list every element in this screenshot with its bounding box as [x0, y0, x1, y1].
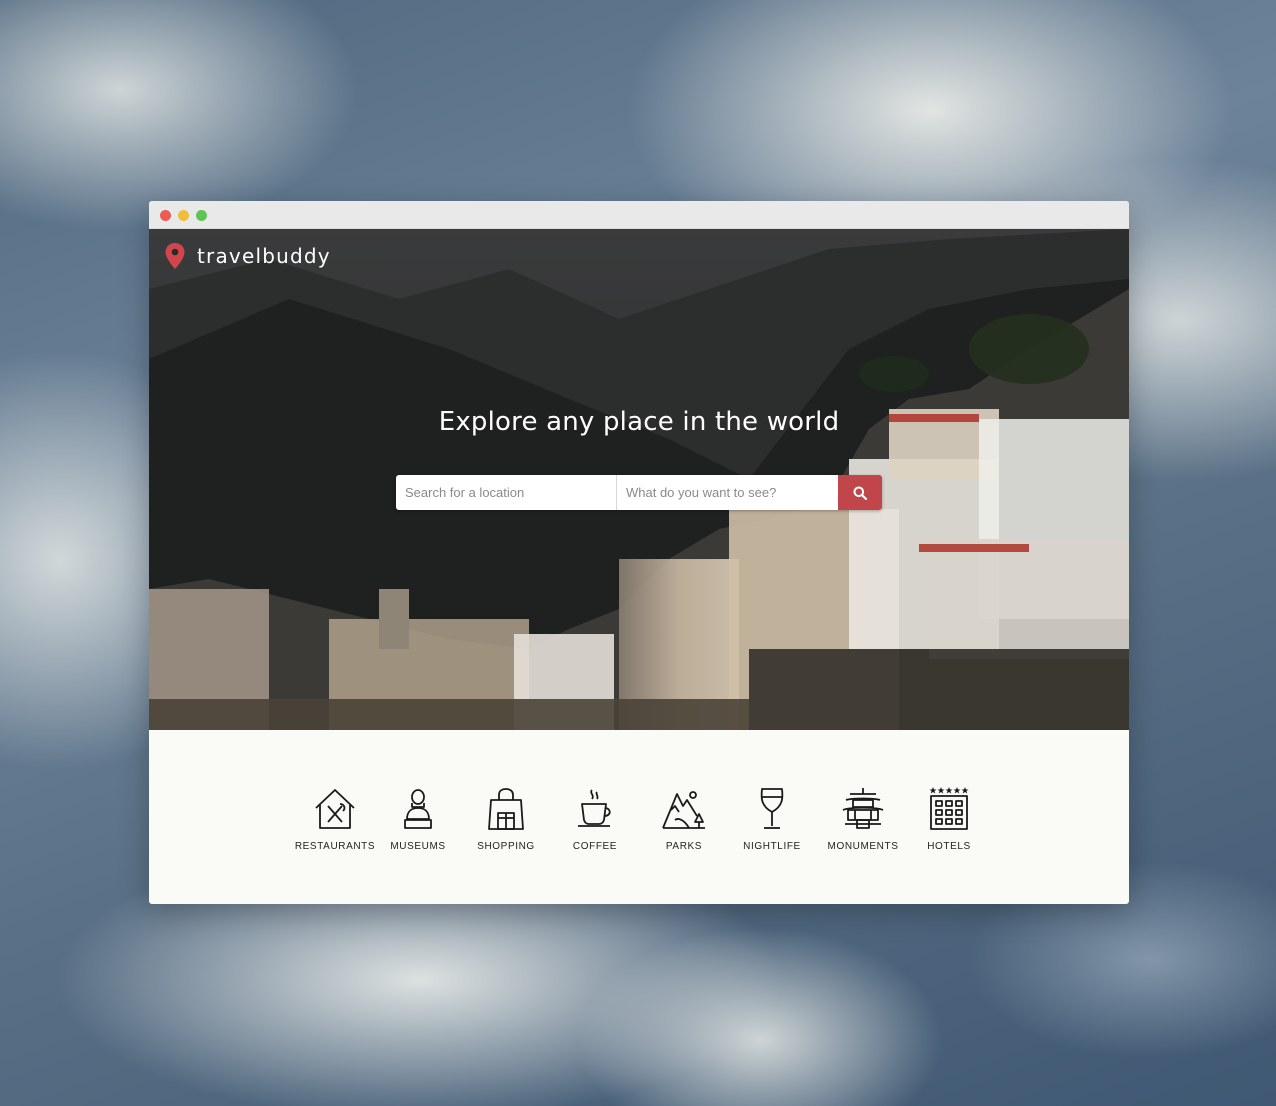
category-label: RESTAURANTS	[294, 841, 376, 852]
category-label: MUSEUMS	[390, 841, 446, 852]
wine-glass-icon	[760, 788, 784, 829]
location-pin-icon	[165, 243, 185, 269]
category-label: HOTELS	[927, 841, 971, 852]
category-label: SHOPPING	[477, 841, 535, 852]
category-label: PARKS	[665, 841, 703, 852]
browser-window: travelbuddy Explore any place in the wor…	[149, 201, 1129, 904]
close-window-button[interactable]	[160, 210, 171, 221]
coffee-cup-icon	[578, 789, 611, 827]
category-shopping[interactable]: SHOPPING	[461, 786, 551, 852]
search-icon	[853, 486, 867, 500]
category-coffee[interactable]: COFFEE	[550, 786, 640, 852]
museum-bust-icon	[404, 789, 432, 829]
hotel-building-icon	[929, 787, 969, 830]
maximize-window-button[interactable]	[196, 210, 207, 221]
minimize-window-button[interactable]	[178, 210, 189, 221]
category-nightlife[interactable]: NIGHTLIFE	[727, 786, 817, 852]
logo[interactable]: travelbuddy	[165, 243, 331, 269]
location-search-input[interactable]	[396, 475, 617, 510]
category-list: RESTAURANTS MUSEUMS SHOPPING COFFEE PARK…	[149, 786, 1129, 866]
search-button[interactable]	[838, 475, 882, 510]
category-hotels[interactable]: HOTELS	[904, 786, 994, 852]
category-label: MONUMENTS	[827, 841, 899, 852]
category-monuments[interactable]: MONUMENTS	[818, 786, 908, 852]
brand-name: travelbuddy	[197, 244, 331, 268]
pagoda-icon	[842, 788, 884, 829]
shopping-bag-icon	[488, 788, 524, 830]
hero-headline: Explore any place in the world	[438, 407, 840, 437]
category-label: COFFEE	[572, 841, 618, 852]
category-museums[interactable]: MUSEUMS	[373, 786, 463, 852]
hero-banner: travelbuddy Explore any place in the wor…	[149, 229, 1129, 730]
category-restaurants[interactable]: RESTAURANTS	[290, 786, 380, 852]
window-titlebar	[149, 201, 1129, 229]
activity-search-input[interactable]	[617, 475, 838, 510]
category-label: NIGHTLIFE	[743, 841, 801, 852]
restaurant-icon	[315, 789, 355, 829]
search-bar	[396, 475, 882, 510]
park-icon	[662, 791, 705, 829]
category-parks[interactable]: PARKS	[639, 786, 729, 852]
